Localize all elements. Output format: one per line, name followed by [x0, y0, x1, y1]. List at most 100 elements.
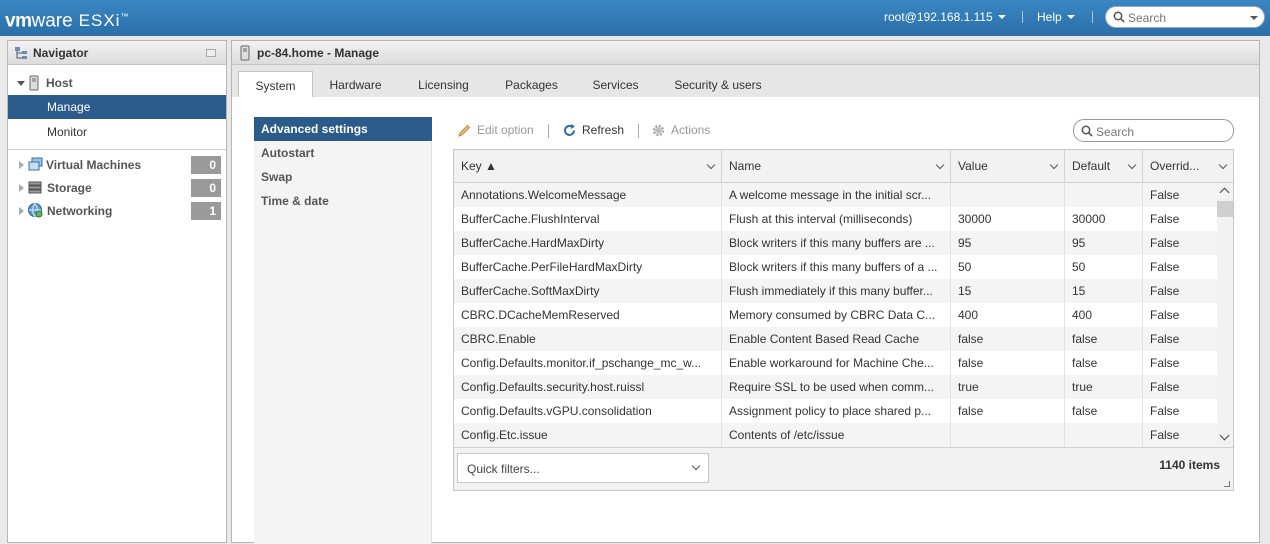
- nav-item-manage[interactable]: Manage: [8, 95, 226, 119]
- table-row[interactable]: BufferCache.SoftMaxDirty Flush immediatel…: [454, 279, 1217, 303]
- column-value-label: Value: [958, 159, 988, 173]
- actions-label: Actions: [671, 123, 711, 137]
- subnav-swap[interactable]: Swap: [254, 165, 432, 189]
- cell-default: [1065, 423, 1143, 447]
- logo-ware: ware: [31, 10, 73, 32]
- chevron-down-icon[interactable]: [1049, 160, 1059, 170]
- column-overridden-label: Overrid...: [1150, 159, 1200, 173]
- cell-key: Config.Defaults.monitor.if_pschange_mc_w…: [454, 351, 722, 375]
- nav-item-virtual-machines[interactable]: Virtual Machines 0: [8, 153, 226, 177]
- cell-overridden: False: [1150, 428, 1180, 442]
- quick-filters-label: Quick filters...: [467, 462, 540, 476]
- cell-value: [951, 183, 1065, 207]
- system-subnav: Advanced settings Autostart Swap Time & …: [254, 117, 432, 544]
- tab-licensing[interactable]: Licensing: [406, 71, 481, 97]
- help-menu[interactable]: Help: [1037, 10, 1075, 24]
- grid-search-input[interactable]: Search: [1073, 119, 1234, 142]
- top-bar: vmware ESXi™ root@192.168.1.115 Help Sear…: [0, 0, 1270, 36]
- user-menu[interactable]: root@192.168.1.115: [884, 10, 1006, 24]
- tab-security-users[interactable]: Security & users: [668, 71, 768, 97]
- tab-packages[interactable]: Packages: [494, 71, 569, 97]
- subnav-time-date[interactable]: Time & date: [254, 189, 432, 213]
- resize-handle-icon[interactable]: [1224, 481, 1230, 487]
- column-header-overridden[interactable]: Overrid...: [1143, 150, 1233, 183]
- tab-hardware[interactable]: Hardware: [318, 71, 393, 97]
- quick-filters-select[interactable]: Quick filters...: [457, 453, 709, 483]
- chevron-down-icon: [1066, 15, 1075, 19]
- expand-arrow-icon[interactable]: [19, 207, 24, 215]
- cell-value: true: [951, 375, 1065, 399]
- nav-monitor-label: Monitor: [47, 125, 88, 139]
- collapse-panel-icon[interactable]: [206, 49, 216, 57]
- help-menu-label: Help: [1037, 10, 1062, 24]
- scroll-down-icon[interactable]: [1219, 430, 1230, 441]
- cell-key: CBRC.Enable: [454, 327, 722, 351]
- grid-header: Key ▲ Name Value Default Overrid...: [454, 150, 1233, 183]
- cell-default: false: [1065, 351, 1143, 375]
- chevron-down-icon[interactable]: [1218, 160, 1228, 170]
- tab-services[interactable]: Services: [578, 71, 653, 97]
- cell-key: BufferCache.HardMaxDirty: [454, 231, 722, 255]
- table-row[interactable]: Config.Defaults.security.host.ruissl Requ…: [454, 375, 1217, 399]
- subnav-autostart[interactable]: Autostart: [254, 141, 432, 165]
- table-row[interactable]: Config.Defaults.vGPU.consolidation Assign…: [454, 399, 1217, 423]
- nav-item-monitor[interactable]: Monitor: [8, 120, 226, 144]
- subnav-advanced-settings[interactable]: Advanced settings: [254, 117, 432, 141]
- cell-value: 400: [951, 303, 1065, 327]
- table-row[interactable]: Annotations.WelcomeMessage A welcome mess…: [454, 183, 1217, 207]
- refresh-icon: [564, 124, 575, 136]
- chevron-down-icon[interactable]: [1250, 16, 1258, 20]
- column-header-name[interactable]: Name: [722, 150, 951, 183]
- search-icon: [1081, 125, 1093, 137]
- grid-search-placeholder: Search: [1096, 125, 1135, 139]
- divider: [548, 124, 549, 138]
- cell-default: false: [1065, 399, 1143, 423]
- table-row[interactable]: CBRC.DCacheMemReserved Memory consumed by…: [454, 303, 1217, 327]
- expand-arrow-icon[interactable]: [19, 184, 24, 192]
- table-row[interactable]: Config.Etc.issue Contents of /etc/issue Fa…: [454, 423, 1217, 447]
- gear-icon: [652, 124, 665, 137]
- cell-key: Annotations.WelcomeMessage: [454, 183, 722, 207]
- chevron-down-icon[interactable]: [935, 160, 945, 170]
- table-row[interactable]: BufferCache.FlushInterval Flush at this i…: [454, 207, 1217, 231]
- item-count: 1140 items: [1159, 458, 1220, 472]
- scrollbar-thumb[interactable]: [1217, 201, 1233, 217]
- nav-item-storage[interactable]: Storage 0: [8, 176, 226, 200]
- global-search-input[interactable]: Search: [1105, 6, 1265, 28]
- main-header: pc-84.home - Manage: [232, 41, 1259, 65]
- divider: [1092, 11, 1093, 23]
- host-icon: [240, 45, 250, 61]
- chevron-down-icon[interactable]: [1127, 160, 1137, 170]
- nav-item-host[interactable]: Host: [8, 71, 226, 95]
- table-row[interactable]: BufferCache.HardMaxDirty Block writers if…: [454, 231, 1217, 255]
- vertical-scrollbar[interactable]: [1217, 183, 1233, 447]
- cell-default: false: [1065, 327, 1143, 351]
- table-row[interactable]: BufferCache.PerFileHardMaxDirty Block wri…: [454, 255, 1217, 279]
- column-header-default[interactable]: Default: [1065, 150, 1143, 183]
- cell-name: Flush at this interval (milliseconds): [722, 207, 951, 231]
- chevron-down-icon: [691, 461, 701, 471]
- cell-name: Enable workaround for Machine Che...: [722, 351, 951, 375]
- cell-overridden: False: [1150, 236, 1180, 250]
- navigator-tree-icon: [15, 47, 27, 59]
- cell-name: Require SSL to be used when comm...: [722, 375, 951, 399]
- cell-name: Enable Content Based Read Cache: [722, 327, 951, 351]
- expand-arrow-icon[interactable]: [19, 161, 24, 169]
- scroll-up-icon[interactable]: [1219, 187, 1230, 198]
- column-header-value[interactable]: Value: [951, 150, 1065, 183]
- column-name-label: Name: [729, 159, 762, 173]
- cell-key: BufferCache.FlushInterval: [454, 207, 722, 231]
- host-icon: [29, 75, 39, 91]
- cell-overridden: False: [1150, 260, 1180, 274]
- nav-item-networking[interactable]: Networking 1: [8, 199, 226, 223]
- search-icon: [1113, 11, 1125, 23]
- cell-default: 30000: [1065, 207, 1143, 231]
- expand-arrow-icon[interactable]: [17, 81, 25, 86]
- vm-icon: [28, 157, 43, 171]
- chevron-down-icon[interactable]: [706, 160, 716, 170]
- tab-system[interactable]: System: [238, 71, 313, 97]
- column-header-key[interactable]: Key ▲: [454, 150, 722, 183]
- grid-body: Annotations.WelcomeMessage A welcome mess…: [454, 183, 1217, 447]
- table-row[interactable]: CBRC.Enable Enable Content Based Read Cac…: [454, 327, 1217, 351]
- table-row[interactable]: Config.Defaults.monitor.if_pschange_mc_w…: [454, 351, 1217, 375]
